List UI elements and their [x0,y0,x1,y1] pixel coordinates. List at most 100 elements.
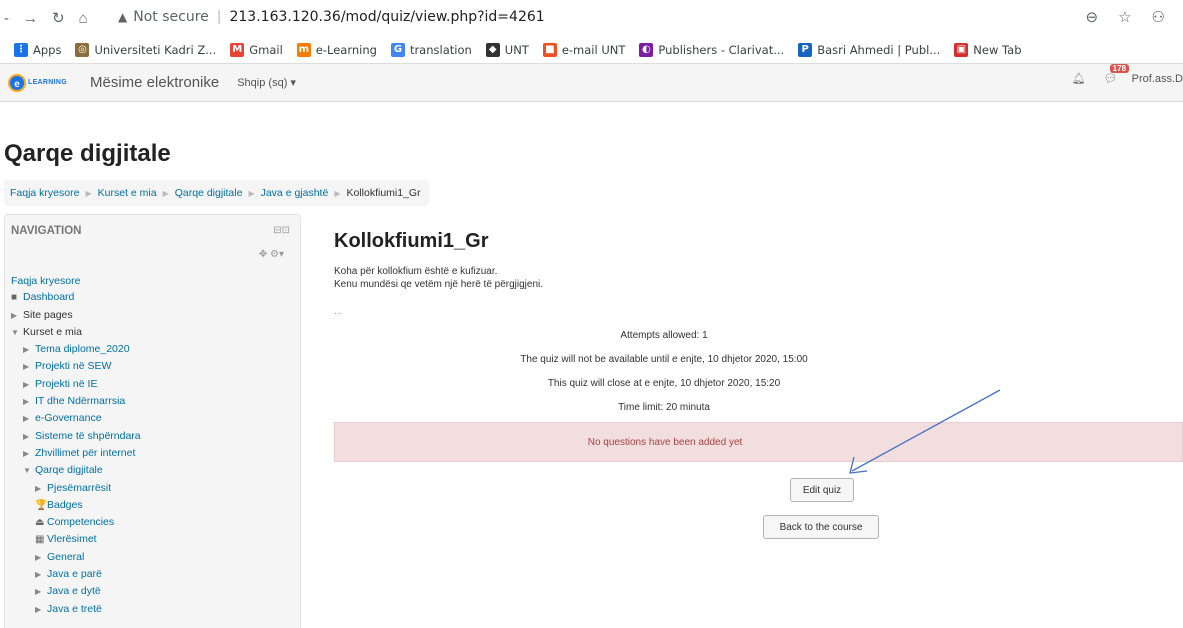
zoom-icon[interactable]: ⊖ [1086,8,1099,26]
quiz-intro: Koha për kollokfium është e kufizuar. Ke… [334,265,543,291]
expand-arrow-icon: ▶ [11,310,18,320]
site-logo[interactable]: e LEARNING [8,72,78,94]
site-navbar: e LEARNING Mësime elektronike Shqip (sq)… [0,64,1183,102]
sidebar-item-label[interactable]: Dashboard [23,291,74,303]
navigation-title: NAVIGATION [11,225,82,237]
sidebar-item-label[interactable]: Kurset e mia [23,326,82,338]
bookmark-item[interactable]: ◐ Publishers - Clarivat... [639,42,784,57]
sidebar-item-label[interactable]: Java e dytë [47,585,101,597]
messages-icon[interactable]: 💬︎ 178 [1104,64,1130,85]
sidebar-item-label[interactable]: Zhvillimet për internet [35,447,135,459]
messages-badge: 178 [1109,64,1130,73]
bookmark-favicon-icon: ⋮ [14,42,28,57]
reload-icon[interactable]: ↻ [52,9,65,27]
forward-arrow-icon[interactable]: → [23,10,38,27]
bookmark-label: Basri Ahmedi | Publ... [817,42,941,57]
address-bar[interactable]: ▲ Not secure | 213.163.120.36/mod/quiz/v… [118,2,1018,32]
sidebar-item-label[interactable]: e-Governance [35,412,102,424]
page-title: Qarqe digjitale [4,140,171,167]
sidebar-item[interactable]: ■ Dashboard [11,289,141,306]
sidebar-item[interactable]: 🏆Badges [11,497,141,514]
site-brand[interactable]: Mësime elektronike [90,74,219,91]
sidebar-item-label[interactable]: Pjesëmarrësit [47,482,111,494]
breadcrumb-separator-icon: ▶ [248,188,255,198]
sidebar-item-label[interactable]: Site pages [23,309,73,321]
extension-icon[interactable]: ⚇ [1152,8,1165,26]
bookmark-item[interactable]: M Gmail [230,42,283,57]
sidebar-item[interactable]: ▼ Kurset e mia [11,324,141,341]
sidebar-item[interactable]: ▶ e-Governance [11,410,141,427]
sidebar-item[interactable]: ▦ Vlerësimet [11,531,141,548]
bookmark-item[interactable]: ⋮ Apps [14,42,61,57]
bookmark-favicon-icon: M [230,42,245,57]
bookmark-favicon-icon: P [798,42,813,57]
sidebar-item-label[interactable]: Projekti në SEW [35,360,111,372]
sidebar-item[interactable]: ▶ Pjesëmarrësit [11,480,141,497]
home-icon[interactable]: ⌂ [79,10,88,27]
breadcrumb: Faqja kryesore ▶ Kurset e mia ▶ Qarqe digjit… [4,180,429,206]
bookmark-favicon-icon: ◆ [485,42,500,57]
no-questions-alert: No questions have been added yet [334,422,1183,462]
navigation-tree: Faqja kryesore ■ Dashboard ▶ Site pages ▼ Kurs… [11,273,141,618]
breadcrumb-item[interactable]: Java e gjashtë [261,187,329,199]
bookmark-favicon-icon: ◎ [75,42,90,57]
bookmark-label: Gmail [249,42,283,57]
expand-arrow-icon: ▶ [23,431,30,441]
breadcrumb-item[interactable]: Qarqe digjitale [175,187,243,199]
sidebar-item-label[interactable]: Faqja kryesore [11,275,80,287]
breadcrumb-item[interactable]: Faqja kryesore [10,187,79,199]
sidebar-item[interactable]: ▶ General [11,549,141,566]
sidebar-item[interactable]: Faqja kryesore [11,273,141,289]
back-to-course-button[interactable]: Back to the course [763,515,879,539]
quiz-title: Kollokfiumi1_Gr [334,230,489,252]
sidebar-item[interactable]: ⏏ Competencies [11,514,141,531]
sidebar-item[interactable]: ▶ Zhvillimet për internet [11,445,141,462]
notifications-icon[interactable]: 🔔︎ [1072,72,1086,85]
bookmark-item[interactable]: ◎ Universiteti Kadri Z... [75,42,216,57]
breadcrumb-item[interactable]: Kollokfiumi1_Gr [346,187,420,199]
sidebar-item[interactable]: ▶ Tema diplome_2020 [11,341,141,358]
sidebar-item-label[interactable]: IT dhe Ndërmarrsia [35,395,125,407]
bookmark-item[interactable]: ▣ New Tab [954,42,1022,57]
sidebar-item-label[interactable]: Qarqe digjitale [35,464,103,476]
sidebar-item-label[interactable]: Sisteme të shpërndara [35,430,141,442]
sidebar-item-label[interactable]: Tema diplome_2020 [35,343,130,355]
bookmark-item[interactable]: m e-Learning [296,42,377,57]
block-dock-icon[interactable]: ⊟⊡ [273,225,290,236]
language-menu[interactable]: Shqip (sq) ▾ [237,76,296,89]
navigation-block: NAVIGATION ⊟⊡ ✥ ⚙▾ Faqja kryesore ■ Dashbo… [4,214,301,628]
expand-arrow-icon: ▶ [23,379,30,389]
bookmark-item[interactable]: Gtranslation [390,42,472,57]
sidebar-item-label[interactable]: Java e tretë [47,603,102,615]
user-menu[interactable]: Prof.ass.D [1132,73,1183,85]
sidebar-item[interactable]: ▶ IT dhe Ndërmarrsia [11,393,141,410]
logo-text: LEARNING [28,79,67,86]
back-arrow-icon[interactable]: - [4,10,9,27]
sidebar-item[interactable]: ▶ Java e parë [11,566,141,583]
sidebar-item-label[interactable]: Java e parë [47,568,102,580]
edit-quiz-button[interactable]: Edit quiz [790,478,854,502]
sidebar-item[interactable]: ▶ Site pages [11,307,141,324]
sidebar-item[interactable]: ▼ Qarqe digjitale [11,462,141,479]
sidebar-item[interactable]: ▶ Projekti në SEW [11,358,141,375]
sidebar-item[interactable]: ▶ Projekti në IE [11,376,141,393]
sidebar-item-label[interactable]: Projekti në IE [35,378,97,390]
bookmark-item[interactable]: ◆ UNT [485,42,529,57]
expand-arrow-icon: ▶ [35,604,42,614]
star-icon[interactable]: ☆ [1118,8,1131,26]
expand-arrow-icon: ▶ [23,362,30,372]
sidebar-item[interactable]: ▶ Java e dytë [11,583,141,600]
sidebar-item[interactable]: ▶ Java e tretë [11,601,141,618]
sidebar-item-label[interactable]: Competencies [47,516,114,528]
sidebar-item[interactable]: ▶ Sisteme të shpërndara [11,428,141,445]
sidebar-item-label[interactable]: Vlerësimet [47,533,97,545]
bookmark-item[interactable]: ■ e-mail UNT [542,42,625,57]
expand-arrow-icon: ▶ [35,587,42,597]
bookmark-item[interactable]: P Basri Ahmedi | Publ... [798,42,941,57]
block-actions-icon[interactable]: ✥ ⚙▾ [259,249,284,260]
breadcrumb-item[interactable]: Kurset e mia [98,187,157,199]
browser-toolbar: - → ↻ ⌂ ▲ Not secure | 213.163.120.36/mo… [0,0,1183,36]
attempts-allowed: Attempts allowed: 1 [620,330,708,341]
sidebar-item-label[interactable]: General [47,551,84,563]
sidebar-item-label[interactable]: Badges [47,499,83,511]
